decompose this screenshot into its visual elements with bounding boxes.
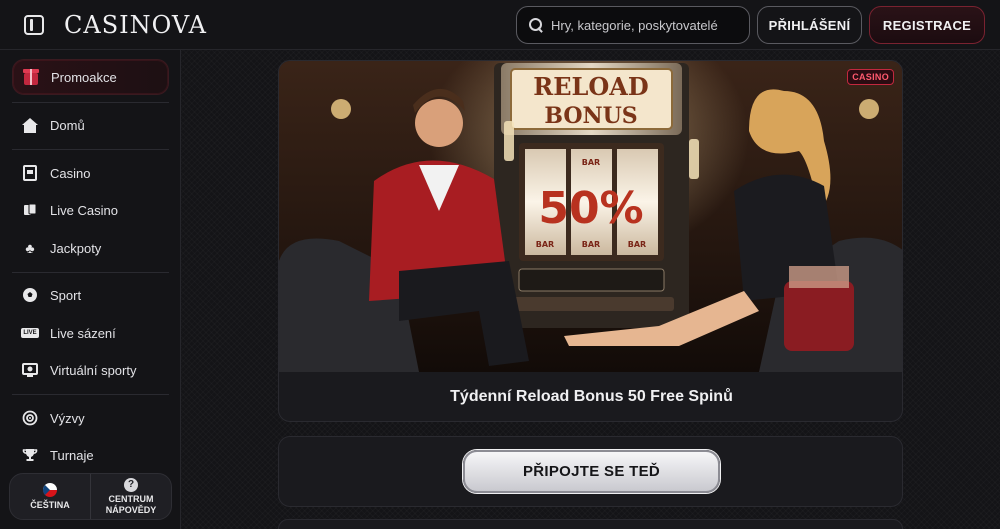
- sidebar-item-vyzvy[interactable]: Výzvy: [12, 400, 169, 436]
- trophy-icon: [22, 447, 38, 463]
- cta-card: PŘIPOJTE SE TEĎ: [278, 436, 903, 507]
- help-label-line1: CENTRUM: [108, 493, 154, 504]
- sidebar-item-label: Promoakce: [51, 69, 117, 85]
- casinova-logo[interactable]: CASINOVA: [64, 11, 207, 39]
- divider: [12, 149, 169, 150]
- sidebar: Promoakce Domů Casino Live Casino ♣ Jack…: [0, 50, 181, 529]
- target-icon: [22, 410, 38, 426]
- help-label-line2: NÁPOVĚDY: [105, 504, 157, 515]
- login-button[interactable]: PŘIHLÁŠENÍ: [757, 6, 862, 44]
- logo-text: CASINOVA: [64, 11, 207, 39]
- register-button[interactable]: REGISTRACE: [869, 6, 985, 44]
- soccer-ball-icon: [22, 287, 38, 303]
- sidebar-item-label: Live Casino: [50, 202, 118, 218]
- slot-machine-icon: [22, 165, 38, 181]
- language-button[interactable]: ČEŠTINA: [10, 474, 91, 519]
- sidebar-item-virtualni-sporty[interactable]: Virtuální sporty: [12, 352, 169, 388]
- top-header: CASINOVA PŘIHLÁŠENÍ REGISTRACE: [0, 0, 1000, 50]
- sidebar-item-label: Výzvy: [50, 410, 85, 426]
- promo-banner-image: RELOAD BONUS 50% BAR BAR BAR BAR: [279, 61, 902, 372]
- help-icon: ?: [124, 477, 138, 492]
- sidebar-item-live-casino[interactable]: Live Casino: [12, 192, 169, 228]
- language-label: ČEŠTINA: [30, 499, 70, 510]
- live-icon: LIVE: [21, 328, 39, 338]
- language-help-panel: ČEŠTINA ? CENTRUM NÁPOVĚDY: [9, 473, 172, 520]
- promo-title[interactable]: Týdenní Reload Bonus 50 Free Spinů: [279, 372, 902, 421]
- sidebar-item-label: Sport: [50, 287, 82, 303]
- sidebar-item-promoakce[interactable]: Promoakce: [12, 59, 169, 95]
- reel-label-2: BAR: [582, 158, 600, 167]
- banner-percent: 50%: [538, 183, 643, 234]
- clover-icon: ♣: [25, 240, 35, 256]
- sidebar-item-live-sazeni[interactable]: LIVE Live sázení: [12, 315, 169, 351]
- gift-icon: [23, 68, 39, 85]
- search-input[interactable]: [551, 17, 741, 33]
- sidebar-item-label: Live sázení: [50, 325, 116, 341]
- virtual-sports-icon: [22, 362, 38, 378]
- sidebar-item-label: Turnaje: [50, 447, 94, 463]
- sidebar-item-label: Domů: [50, 117, 85, 133]
- sidebar-item-domu[interactable]: Domů: [12, 107, 169, 143]
- sidebar-item-turnaje[interactable]: Turnaje: [12, 437, 169, 473]
- divider: [12, 102, 169, 103]
- banner-line1: RELOAD: [533, 72, 648, 101]
- sidebar-item-sport[interactable]: Sport: [12, 277, 169, 313]
- banner-line2: BONUS: [544, 103, 637, 129]
- live-casino-icon: [22, 202, 38, 218]
- reel-label-1: BAR: [536, 240, 554, 249]
- join-now-button[interactable]: PŘIPOJTE SE TEĎ: [463, 450, 720, 493]
- promo-card[interactable]: RELOAD BONUS 50% BAR BAR BAR BAR CASINO …: [278, 60, 903, 422]
- czech-flag-icon: [43, 482, 57, 497]
- help-center-button[interactable]: ? CENTRUM NÁPOVĚDY: [91, 474, 171, 519]
- divider: [12, 394, 169, 395]
- reel-label-4: BAR: [582, 240, 600, 249]
- sidebar-item-label: Casino: [50, 165, 91, 181]
- sidebar-item-label: Virtuální sporty: [50, 362, 137, 378]
- sidebar-toggle-icon[interactable]: [24, 15, 44, 35]
- search-icon: [529, 18, 543, 32]
- search-box[interactable]: [516, 6, 750, 44]
- sidebar-item-casino[interactable]: Casino: [12, 155, 169, 191]
- sidebar-item-jackpoty[interactable]: ♣ Jackpoty: [12, 230, 169, 266]
- next-card: [278, 519, 903, 529]
- category-badge: CASINO: [847, 69, 894, 85]
- reel-label-3: BAR: [628, 240, 646, 249]
- sidebar-item-label: Jackpoty: [50, 240, 102, 256]
- divider: [12, 272, 169, 273]
- home-icon: [22, 117, 38, 133]
